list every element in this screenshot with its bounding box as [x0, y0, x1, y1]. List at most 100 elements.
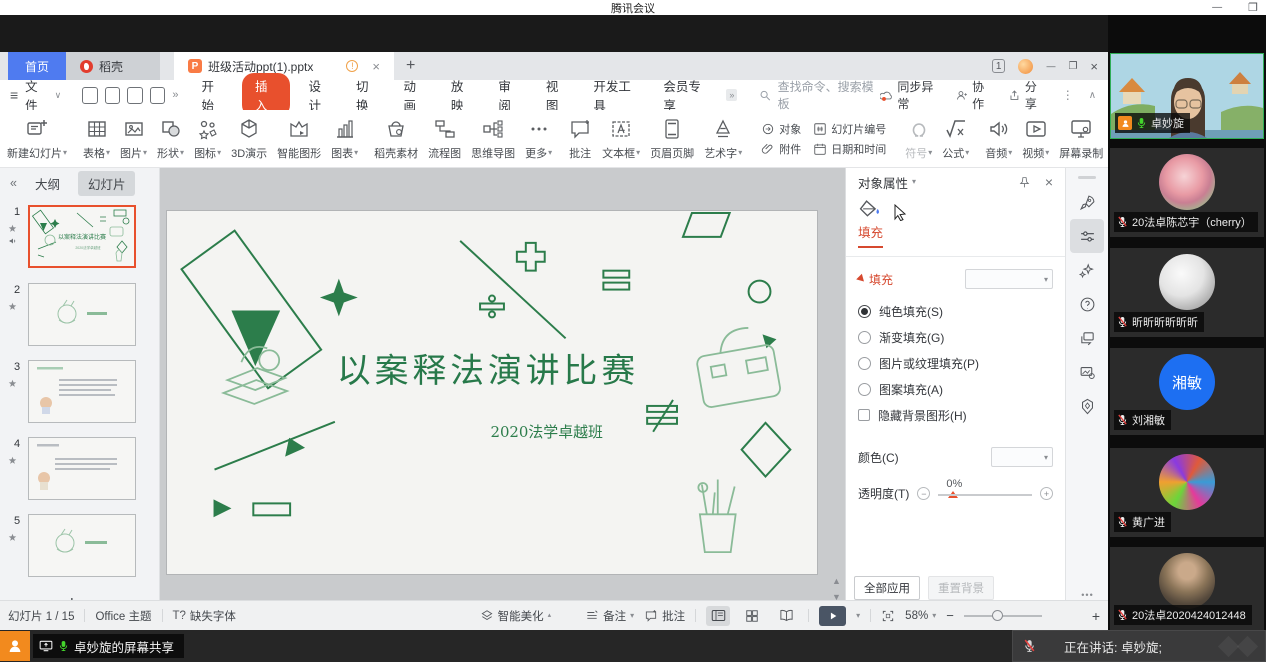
hamburger-icon[interactable]: ≡ — [10, 87, 18, 103]
share-button[interactable]: 分享 — [1009, 78, 1047, 112]
play-options-icon[interactable]: ▾ — [856, 612, 860, 620]
attachment-button[interactable]: 附件 — [761, 141, 801, 157]
slide-thumbnail-5[interactable] — [28, 514, 136, 577]
doc-minimize-icon[interactable]: — — [1046, 61, 1055, 71]
collapse-panel-icon[interactable]: « — [10, 176, 17, 190]
properties-title[interactable]: 对象属性 — [858, 173, 908, 192]
window-count-badge[interactable]: 1 — [992, 59, 1006, 73]
close-panel-icon[interactable]: × — [1045, 174, 1053, 190]
strip-more-icon[interactable]: ••• — [1066, 590, 1109, 600]
quick-tools-icon[interactable] — [1066, 185, 1109, 219]
tab-slides[interactable]: 幻灯片 — [78, 171, 136, 196]
comments-button[interactable]: 批注 — [644, 608, 685, 624]
zoom-in-icon[interactable]: + — [1092, 608, 1100, 624]
docer-assets-button[interactable]: 稻壳素材 — [369, 115, 423, 163]
slide-number-button[interactable]: 幻灯片编号 — [813, 121, 886, 137]
video-button[interactable]: 视频▾ — [1017, 115, 1054, 163]
participant-video-tile[interactable]: 卓妙旋 — [1110, 53, 1264, 139]
participant-tile[interactable]: 20法卓陈芯宇（cherry） — [1110, 148, 1264, 237]
minimize-icon[interactable]: — — [1212, 2, 1222, 13]
zoom-slider-knob[interactable] — [992, 610, 1003, 621]
screen-share-banner[interactable]: 卓妙旋的屏幕共享 — [33, 634, 184, 658]
collaborate-button[interactable]: 协作 — [956, 78, 994, 112]
audio-button[interactable]: 音频▾ — [980, 115, 1017, 163]
doc-close-icon[interactable]: × — [1090, 59, 1098, 74]
menu-overflow-icon[interactable]: » — [726, 89, 737, 101]
mindmap-button[interactable]: 思维导图 — [466, 115, 520, 163]
reset-background-button[interactable]: 重置背景 — [928, 576, 994, 600]
normal-view-button[interactable] — [706, 606, 730, 626]
chart-button[interactable]: 图表▾ — [326, 115, 363, 163]
wordart-button[interactable]: 艺术字▾ — [699, 115, 747, 163]
pin-icon[interactable] — [1018, 176, 1031, 189]
tab-outline[interactable]: 大纲 — [35, 174, 60, 193]
zoom-out-icon[interactable]: − — [946, 608, 954, 623]
image-tools-strip-icon[interactable] — [1066, 355, 1109, 389]
smartart-button[interactable]: 智能图形 — [272, 115, 326, 163]
save-icon[interactable] — [82, 87, 97, 104]
fill-option-gradient[interactable]: 渐变填充(G) — [846, 327, 1065, 347]
object-button[interactable]: 对象 — [761, 121, 801, 137]
table-button[interactable]: 表格▾ — [78, 115, 115, 163]
textbox-button[interactable]: 文本框▾ — [597, 115, 645, 163]
slide-thumbnail-4[interactable] — [28, 437, 136, 500]
fit-window-icon[interactable] — [881, 609, 895, 623]
sync-status[interactable]: 同步异常 — [880, 78, 942, 112]
picture-button[interactable]: 图片▾ — [115, 115, 152, 163]
reading-view-button[interactable] — [774, 606, 798, 626]
strip-drag-handle[interactable] — [1078, 176, 1096, 179]
help-strip-icon[interactable] — [1066, 287, 1109, 321]
symbol-button[interactable]: 符号▾ — [900, 115, 937, 163]
prev-slide-icon[interactable]: ▲ — [832, 576, 841, 586]
participant-tile[interactable]: 湘敏 刘湘敏 — [1110, 348, 1264, 435]
comment-button[interactable]: 批注 — [563, 115, 597, 163]
fill-tab[interactable]: 填充 — [858, 222, 883, 248]
grid-view-button[interactable] — [740, 606, 764, 626]
account-avatar[interactable] — [1018, 59, 1033, 74]
export-icon[interactable] — [105, 87, 120, 104]
doc-restore-icon[interactable]: ❐ — [1068, 61, 1077, 72]
datetime-button[interactable]: 日期和时间 — [813, 141, 886, 157]
tab-close-icon[interactable]: × — [372, 59, 380, 74]
fill-option-pattern[interactable]: 图案填充(A) — [846, 379, 1065, 399]
slide-thumbnail-1[interactable]: 以案释法演讲比赛 2020法学卓越班 — [28, 205, 136, 268]
print-preview-icon[interactable] — [150, 87, 165, 104]
new-slide-button[interactable]: 新建幻灯片▾ — [2, 115, 72, 163]
fill-option-picture[interactable]: 图片或纹理填充(P) — [846, 353, 1065, 373]
slide-thumbnail-3[interactable] — [28, 360, 136, 423]
more-button[interactable]: 更多▾ — [520, 115, 557, 163]
fill-style-dropdown[interactable]: ▾ — [965, 269, 1053, 289]
3d-button[interactable]: 3D演示 — [226, 115, 272, 163]
transparency-decrease-icon[interactable]: − — [917, 487, 930, 500]
slide-editing-area[interactable]: 以案释法演讲比赛 2020法学卓越班 — [166, 210, 818, 575]
participant-tile[interactable]: 昕昕昕昕昕昕 — [1110, 248, 1264, 337]
transparency-increase-icon[interactable]: + — [1040, 487, 1053, 500]
missing-font-warning[interactable]: T? 缺失字体 — [173, 608, 236, 624]
formula-button[interactable]: 公式▾ — [937, 115, 974, 163]
beautify-strip-icon[interactable] — [1066, 253, 1109, 287]
notes-button[interactable]: 备注 ▾ — [585, 608, 634, 624]
theme-name[interactable]: Office 主题 — [95, 608, 151, 624]
hide-background-checkbox[interactable]: 隐藏背景图形(H) — [846, 405, 1065, 425]
color-dropdown[interactable]: ▾ — [991, 447, 1053, 467]
fill-bucket-icon[interactable] — [858, 198, 882, 218]
apply-all-button[interactable]: 全部应用 — [854, 576, 920, 600]
icons-button[interactable]: 图标▾ — [189, 115, 226, 163]
print-icon[interactable] — [127, 87, 142, 104]
windows-strip-icon[interactable] — [1066, 321, 1109, 355]
participant-tile[interactable]: 20法卓2020424012448 — [1110, 547, 1264, 630]
zoom-slider-track[interactable] — [964, 615, 1042, 617]
collapse-ribbon-icon[interactable]: ∧ — [1089, 90, 1096, 101]
flowchart-button[interactable]: 流程图 — [423, 115, 466, 163]
file-menu[interactable]: 文件 — [25, 76, 47, 114]
slide-thumbnail-2[interactable] — [28, 283, 136, 346]
shapes-button[interactable]: 形状▾ — [152, 115, 189, 163]
quickbar-overflow-icon[interactable]: » — [172, 89, 178, 101]
resource-strip-icon[interactable] — [1066, 389, 1109, 423]
participant-tile[interactable]: 黄广进 — [1110, 448, 1264, 537]
transparency-slider-track[interactable] — [938, 494, 1032, 496]
meeting-app-button[interactable] — [0, 631, 30, 661]
zoom-level[interactable]: 58% ▾ — [905, 610, 936, 622]
command-search[interactable]: 查找命令、搜索模板 — [759, 78, 879, 112]
header-footer-button[interactable]: 页眉页脚 — [645, 115, 699, 163]
